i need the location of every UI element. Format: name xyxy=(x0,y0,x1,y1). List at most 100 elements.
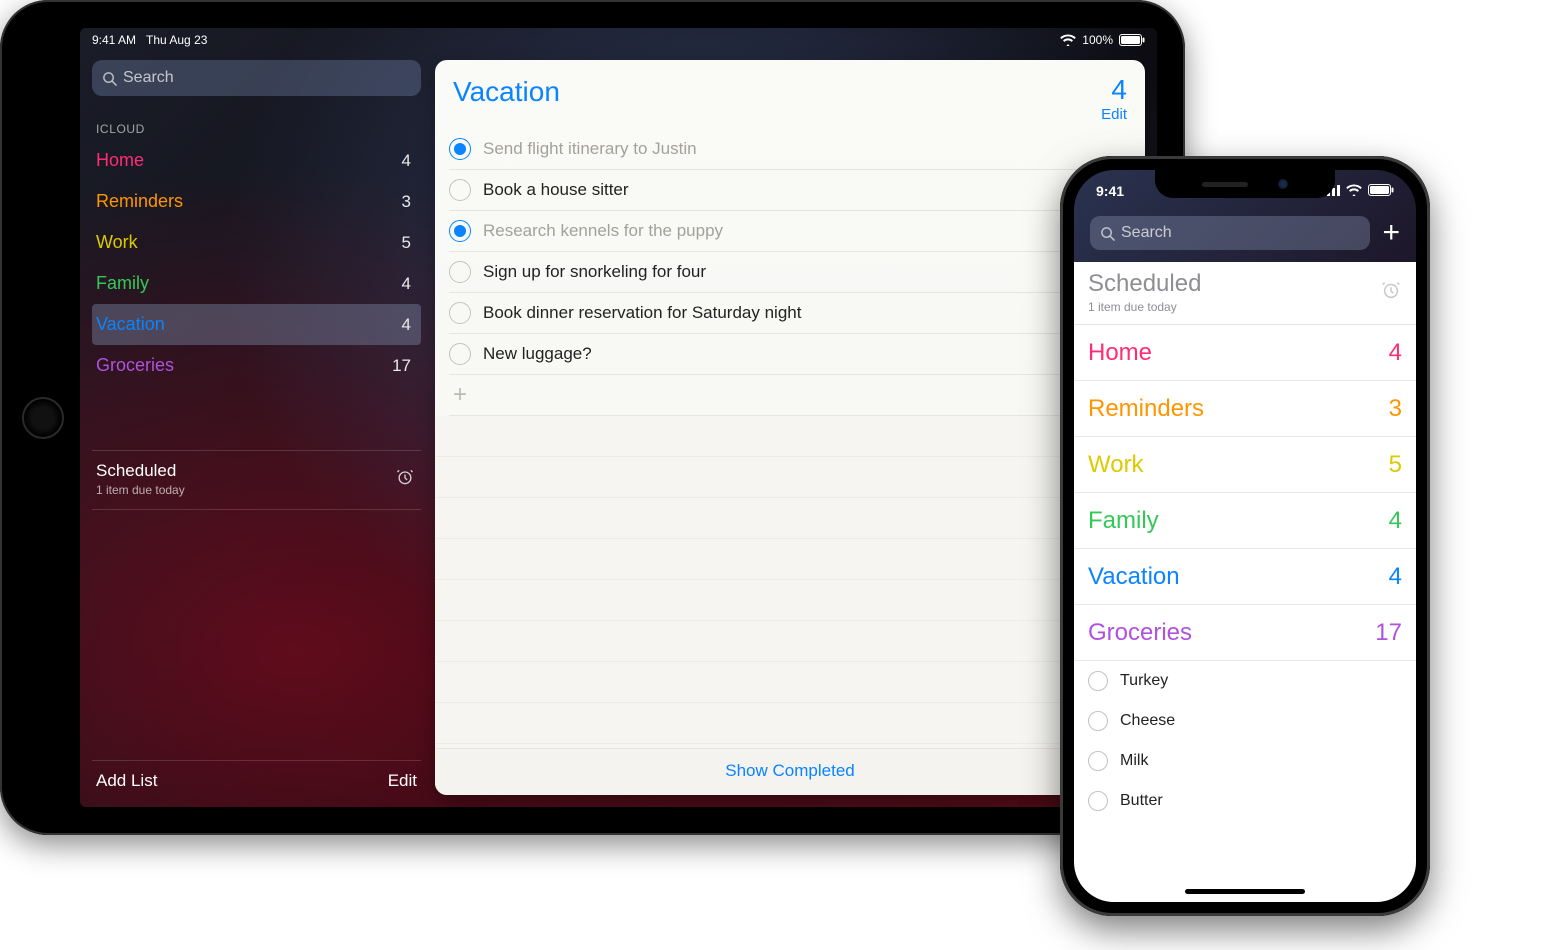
grocery-label: Cheese xyxy=(1120,712,1175,730)
task-radio[interactable] xyxy=(1088,791,1108,811)
iphone-content: Scheduled 1 item due today Home4Reminder… xyxy=(1074,262,1416,902)
list-name: Home xyxy=(96,150,144,171)
sidebar-section-header: ICLOUD xyxy=(92,122,421,136)
sidebar-list-family[interactable]: Family 4 xyxy=(92,263,421,304)
detail-title: Vacation xyxy=(453,76,560,108)
task-row[interactable]: Book a house sitter xyxy=(449,170,1145,211)
task-radio[interactable] xyxy=(1088,711,1108,731)
list-count: 17 xyxy=(392,356,411,376)
iphone-screen: 9:41 + Schedu xyxy=(1074,170,1416,902)
task-radio[interactable] xyxy=(449,261,471,283)
iphone-scheduled-subtitle: 1 item due today xyxy=(1088,300,1201,314)
ipad-scheduled[interactable]: Scheduled 1 item due today xyxy=(92,450,421,510)
task-row[interactable]: New luggage? xyxy=(449,334,1145,375)
add-task-row[interactable]: + xyxy=(449,375,1145,416)
list-count: 17 xyxy=(1375,619,1402,647)
alarm-clock-icon xyxy=(1380,279,1402,306)
list-count: 5 xyxy=(402,233,411,253)
iphone-list-vacation[interactable]: Vacation4 xyxy=(1074,549,1416,605)
list-count: 4 xyxy=(1389,563,1402,591)
speaker-icon xyxy=(1202,182,1248,187)
task-radio[interactable] xyxy=(1088,751,1108,771)
scheduled-subtitle: 1 item due today xyxy=(96,483,185,497)
iphone-scheduled-title: Scheduled xyxy=(1088,270,1201,298)
list-count: 4 xyxy=(402,151,411,171)
task-radio[interactable] xyxy=(449,179,471,201)
task-label: Research kennels for the puppy xyxy=(483,221,723,241)
ipad-sidebar: ICLOUD Home4Reminders3Work5Family4Vacati… xyxy=(92,60,421,795)
sidebar-edit-button[interactable]: Edit xyxy=(388,771,417,791)
list-count: 3 xyxy=(402,192,411,212)
battery-percent: 100% xyxy=(1082,33,1113,47)
detail-edit-button[interactable]: Edit xyxy=(1101,106,1127,123)
ipad-device: 9:41 AM Thu Aug 23 100% ICLOUD xyxy=(0,0,1185,835)
add-list-button[interactable]: Add List xyxy=(96,771,157,791)
list-count: 3 xyxy=(1389,395,1402,423)
grocery-item[interactable]: Cheese xyxy=(1074,701,1416,741)
alarm-clock-icon xyxy=(395,467,415,492)
iphone-search-input[interactable] xyxy=(1121,224,1360,242)
iphone-list-groceries[interactable]: Groceries17 xyxy=(1074,605,1416,661)
sidebar-list-reminders[interactable]: Reminders 3 xyxy=(92,181,421,222)
list-name: Family xyxy=(1088,507,1159,535)
task-radio[interactable] xyxy=(449,302,471,324)
plus-icon: + xyxy=(449,381,471,409)
list-name: Home xyxy=(1088,339,1152,367)
ipad-status-bar: 9:41 AM Thu Aug 23 100% xyxy=(80,28,1157,52)
task-row[interactable]: Book dinner reservation for Saturday nig… xyxy=(449,293,1145,334)
task-label: Book dinner reservation for Saturday nig… xyxy=(483,303,801,323)
iphone-search-field[interactable] xyxy=(1090,216,1370,250)
iphone-status-time: 9:41 xyxy=(1096,183,1124,199)
ipad-home-button[interactable] xyxy=(22,397,64,439)
grocery-item[interactable]: Butter xyxy=(1074,781,1416,821)
task-radio[interactable] xyxy=(449,138,471,160)
list-name: Family xyxy=(96,273,149,294)
list-name: Groceries xyxy=(96,355,174,376)
iphone-list-work[interactable]: Work5 xyxy=(1074,437,1416,493)
ipad-search-field[interactable] xyxy=(92,60,421,96)
grocery-label: Turkey xyxy=(1120,672,1168,690)
task-radio[interactable] xyxy=(449,220,471,242)
list-name: Vacation xyxy=(96,314,165,335)
task-row[interactable]: Sign up for snorkeling for four xyxy=(449,252,1145,293)
list-count: 4 xyxy=(1389,507,1402,535)
empty-ruled-area[interactable] xyxy=(435,416,1145,748)
grocery-item[interactable]: Milk xyxy=(1074,741,1416,781)
search-icon xyxy=(1100,226,1115,241)
iphone-list-family[interactable]: Family 4 xyxy=(1074,493,1416,549)
battery-icon xyxy=(1368,183,1394,199)
iphone-list-reminders[interactable]: Reminders3 xyxy=(1074,381,1416,437)
scheduled-title: Scheduled xyxy=(96,461,185,481)
task-row[interactable]: Research kennels for the puppy xyxy=(449,211,1145,252)
detail-count: 4 xyxy=(1101,76,1127,104)
sidebar-list-home[interactable]: Home 4 xyxy=(92,140,421,181)
grocery-item[interactable]: Turkey xyxy=(1074,661,1416,701)
task-radio[interactable] xyxy=(1088,671,1108,691)
iphone-device: 9:41 + Schedu xyxy=(1060,156,1430,916)
iphone-list-home[interactable]: Home4 xyxy=(1074,325,1416,381)
task-label: Book a house sitter xyxy=(483,180,629,200)
ipad-sidebar-footer: Add List Edit xyxy=(92,760,421,795)
sidebar-list-groceries[interactable]: Groceries 17 xyxy=(92,345,421,386)
show-completed-button[interactable]: Show Completed xyxy=(435,748,1145,795)
ipad-search-input[interactable] xyxy=(123,69,411,87)
task-label: Sign up for snorkeling for four xyxy=(483,262,706,282)
list-count: 4 xyxy=(402,274,411,294)
list-count: 5 xyxy=(1389,451,1402,479)
home-indicator[interactable] xyxy=(1185,889,1305,894)
grocery-label: Milk xyxy=(1120,752,1148,770)
sidebar-list-vacation[interactable]: Vacation 4 xyxy=(92,304,421,345)
wifi-icon xyxy=(1346,183,1362,199)
task-row[interactable]: Send flight itinerary to Justin xyxy=(449,129,1145,170)
grocery-label: Butter xyxy=(1120,792,1163,810)
task-label: New luggage? xyxy=(483,344,592,364)
iphone-scheduled[interactable]: Scheduled 1 item due today xyxy=(1074,262,1416,325)
wifi-icon xyxy=(1060,34,1076,46)
task-radio[interactable] xyxy=(449,343,471,365)
iphone-add-button[interactable]: + xyxy=(1382,218,1400,248)
status-date: Thu Aug 23 xyxy=(146,33,207,47)
search-icon xyxy=(102,71,117,86)
list-name: Reminders xyxy=(96,191,183,212)
sidebar-list-work[interactable]: Work5 xyxy=(92,222,421,263)
list-count: 4 xyxy=(402,315,411,335)
